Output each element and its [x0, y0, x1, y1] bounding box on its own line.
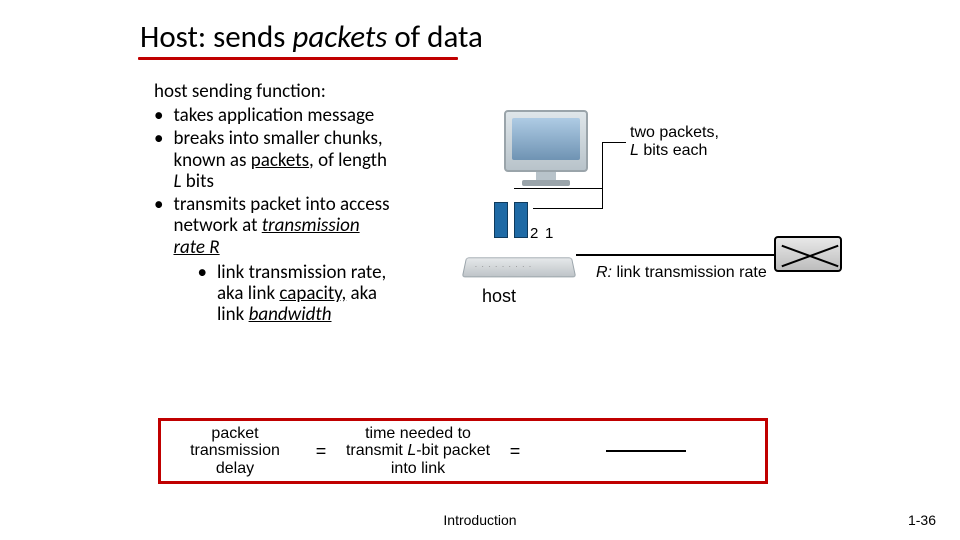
bullet-1: takes application message: [154, 105, 394, 126]
bullet-3-inner: link transmission rate, aka link capacit…: [197, 262, 394, 326]
two-packets-label: two packets, L bits each: [630, 124, 719, 161]
lead-text: host sending function:: [154, 80, 394, 103]
packet-1-icon: [514, 202, 528, 238]
bullet-column: host sending function: takes application…: [28, 80, 398, 328]
footer-center: Introduction: [0, 512, 960, 528]
formula-eq1: =: [309, 441, 333, 462]
formula-eq2: =: [503, 441, 527, 462]
packet-2-label: 2: [530, 225, 538, 242]
title-pre: Host: sends: [140, 18, 292, 56]
host-label: host: [482, 286, 516, 307]
slide-title: Host: sends packets of data: [28, 18, 932, 56]
formula-box: packet transmission delay = time needed …: [158, 418, 768, 484]
formula-lhs: packet transmission delay: [161, 425, 309, 478]
diagram: 2 1 two packets, L bits each host R: lin…: [418, 110, 838, 330]
link-line: [576, 254, 776, 256]
bullet-3: transmits packet into access network at …: [154, 194, 394, 326]
monitor-icon: [504, 110, 588, 172]
formula-mid: time needed to transmit L-bit packet int…: [333, 425, 503, 478]
router-icon: [774, 236, 842, 272]
link-rate-label: R: link transmission rate: [596, 264, 767, 282]
packet-1-label: 1: [545, 225, 553, 242]
title-underline: [138, 57, 458, 60]
keyboard-icon: [462, 257, 576, 277]
bullet-2: breaks into smaller chunks, known as pac…: [154, 128, 394, 192]
footer-page-number: 1-36: [908, 512, 936, 528]
title-post: of data: [387, 18, 483, 56]
formula-rhs: [527, 450, 765, 452]
packet-2-icon: [494, 202, 508, 238]
title-em: packets: [292, 18, 387, 56]
